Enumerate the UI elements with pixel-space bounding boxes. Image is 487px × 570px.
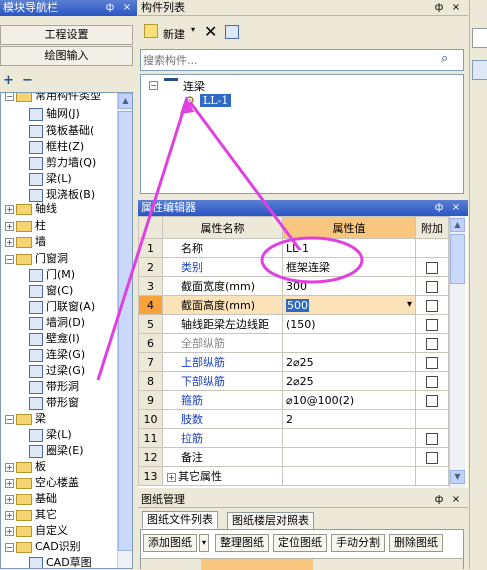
annotation-arrow-line-right: [188, 101, 302, 251]
annotation-arrow-line-left: [96, 101, 188, 381]
annotation-overlay: [96, 96, 364, 381]
annotation-ellipse: [260, 236, 364, 284]
